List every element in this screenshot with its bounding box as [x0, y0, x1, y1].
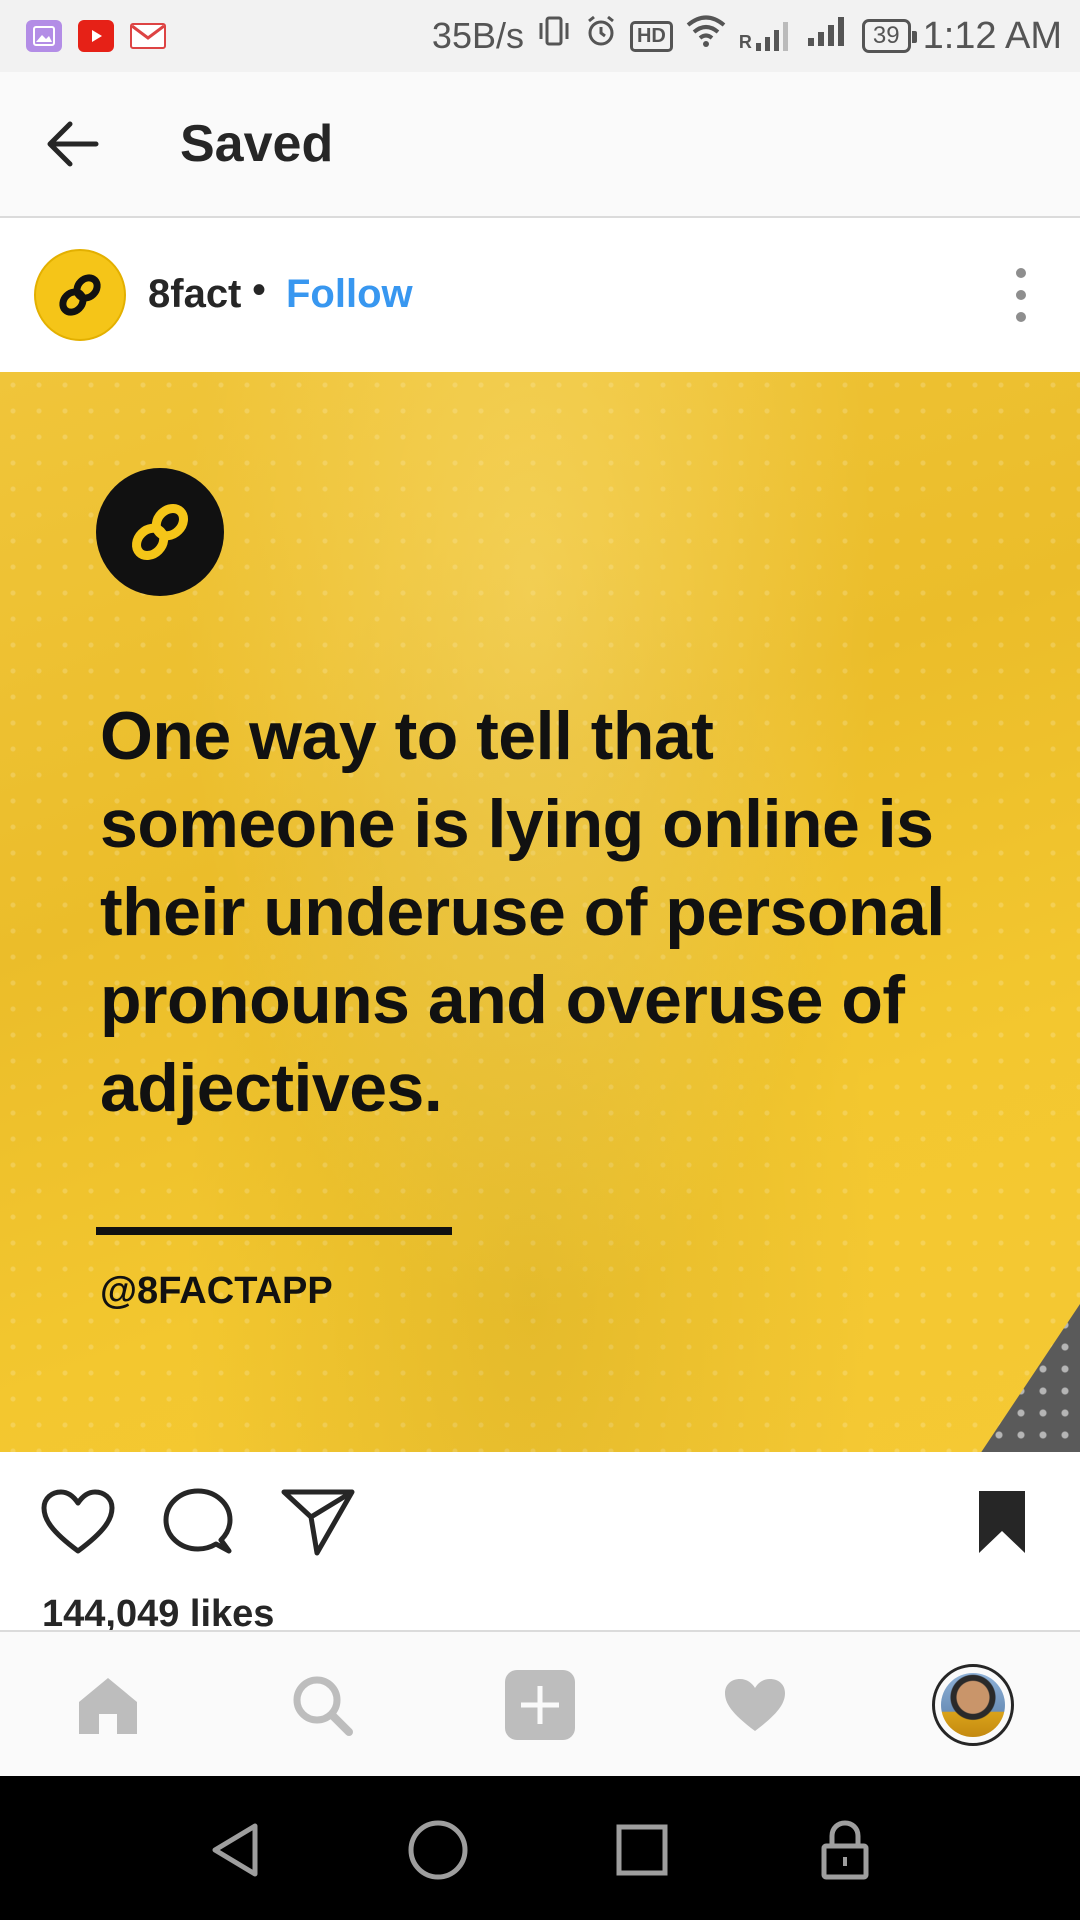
tab-search[interactable] [277, 1660, 367, 1750]
nav-recents-button[interactable] [602, 1810, 682, 1890]
follow-button[interactable]: Follow [286, 270, 413, 318]
top-app-bar: Saved [0, 72, 1080, 218]
eightfact-logo-icon [59, 274, 101, 316]
clock: 1:12 AM [922, 14, 1062, 57]
share-button[interactable] [278, 1482, 358, 1562]
gmail-notification-icon [130, 20, 166, 52]
signal-roaming-icon: R [739, 19, 794, 53]
alarm-icon [584, 14, 618, 58]
system-status: 35B/s HD R 39 1:12 AM [432, 0, 1062, 72]
post-header: 8fact • Follow [0, 218, 1080, 370]
like-button[interactable] [38, 1482, 118, 1562]
image-brand-logo [96, 468, 224, 596]
nav-back-icon [212, 1823, 258, 1877]
hd-badge: HD [629, 20, 673, 52]
profile-avatar [932, 1664, 1014, 1746]
author-username[interactable]: 8fact [148, 270, 241, 318]
more-options-button[interactable] [1006, 268, 1036, 322]
heart-icon [41, 1489, 115, 1554]
nav-lock-button[interactable] [805, 1810, 885, 1890]
nav-back-button[interactable] [195, 1810, 275, 1890]
signal-icon [806, 14, 850, 58]
tab-home[interactable] [63, 1660, 153, 1750]
system-navigation-bar [0, 1776, 1080, 1920]
more-dot [1016, 290, 1026, 300]
more-dot [1016, 312, 1026, 322]
comment-button[interactable] [158, 1482, 238, 1562]
status-bar: 35B/s HD R 39 1:12 AM [0, 0, 1080, 72]
battery-indicator: 39 [861, 19, 917, 53]
add-post-icon [505, 1670, 575, 1740]
tab-profile[interactable] [928, 1660, 1018, 1750]
vibrate-icon [536, 13, 572, 59]
back-arrow-icon [47, 121, 99, 167]
tab-new-post[interactable] [495, 1660, 585, 1750]
network-speed: 35B/s [431, 15, 524, 56]
post-image[interactable]: One way to tell that someone is lying on… [0, 372, 1080, 1452]
eightfact-logo-icon [132, 504, 188, 560]
fact-quote: One way to tell that someone is lying on… [100, 698, 945, 1126]
wifi-icon [685, 14, 727, 58]
lock-icon [821, 1820, 869, 1880]
post-actions [0, 1452, 1080, 1592]
nav-home-icon [408, 1820, 468, 1880]
gallery-notification-icon [26, 20, 62, 52]
tab-activity[interactable] [710, 1660, 800, 1750]
profile-photo [941, 1673, 1005, 1737]
bottom-tab-bar [0, 1630, 1080, 1778]
save-button[interactable] [962, 1482, 1042, 1562]
search-icon [293, 1676, 353, 1736]
quote-divider [96, 1227, 452, 1235]
image-handle: @8FACTAPP [100, 1270, 333, 1312]
nav-home-button[interactable] [398, 1810, 478, 1890]
author-avatar[interactable] [34, 249, 126, 341]
comment-icon [163, 1488, 233, 1554]
heart-filled-icon [725, 1679, 785, 1731]
bookmark-filled-icon [979, 1491, 1025, 1553]
home-icon [79, 1678, 137, 1734]
username-separator: • [252, 268, 267, 312]
notification-icons [0, 20, 166, 52]
page-title: Saved [180, 115, 334, 173]
back-button[interactable] [40, 116, 104, 172]
more-dot [1016, 268, 1026, 278]
send-icon [281, 1489, 355, 1556]
youtube-notification-icon [78, 20, 114, 52]
nav-recents-icon [616, 1824, 668, 1876]
